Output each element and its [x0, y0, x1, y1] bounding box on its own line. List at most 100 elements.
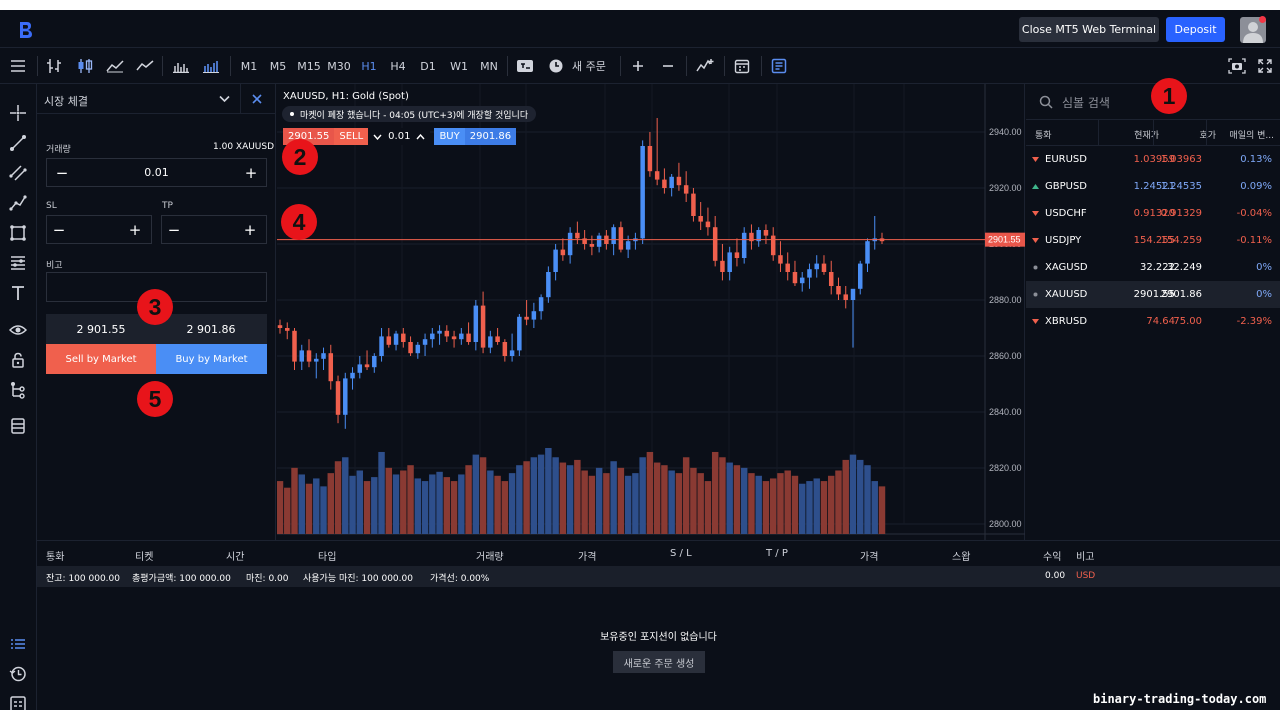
tp-increase-button[interactable]: +: [240, 220, 260, 240]
col-pos-tp[interactable]: T / P: [766, 548, 788, 559]
fibonacci-icon[interactable]: [9, 254, 27, 272]
timeframe-h1[interactable]: H1: [358, 56, 380, 76]
chevron-up-icon[interactable]: [416, 133, 425, 140]
watchlist-row[interactable]: USDJPY 154.255 154.259 -0.11%: [1026, 227, 1280, 254]
price-chart[interactable]: 2940.002920.002900.002880.002860.002840.…: [277, 84, 1025, 540]
watchlist-row[interactable]: GBPUSD 1.24521 1.24535 0.09%: [1026, 173, 1280, 200]
watchlist-row[interactable]: EURUSD 1.03959 1.03963 0.13%: [1026, 146, 1280, 173]
volume-bar: [777, 473, 784, 534]
crosshair-icon[interactable]: [9, 104, 27, 122]
watchlist-row[interactable]: XAGUSD 32.222 32.249 0%: [1026, 254, 1280, 281]
volume-ticks-icon[interactable]: [200, 56, 222, 76]
timeframe-h4[interactable]: H4: [387, 56, 409, 76]
timeframe-m30[interactable]: M30: [326, 56, 352, 76]
col-pos-volume[interactable]: 거래량: [476, 548, 504, 563]
watchlist-row[interactable]: USDCHF 0.91320 0.91329 -0.04%: [1026, 200, 1280, 227]
candle-body: [799, 277, 805, 284]
volume-input[interactable]: 0.01: [77, 166, 236, 179]
journal-icon[interactable]: [9, 695, 27, 710]
candle-body: [720, 260, 725, 272]
volume-icon[interactable]: [170, 56, 192, 76]
zoom-out-icon[interactable]: [658, 56, 678, 76]
col-symbol[interactable]: 통화: [1035, 128, 1052, 141]
lock-icon[interactable]: [9, 351, 27, 369]
price-axis-label: 2920.00: [989, 183, 1022, 193]
channel-icon[interactable]: [9, 164, 27, 182]
chart-area[interactable]: 2940.002920.002900.002880.002860.002840.…: [277, 84, 1025, 540]
col-pos-sl[interactable]: S / L: [670, 548, 692, 559]
col-daily-change[interactable]: 매일의 변...: [1206, 128, 1274, 141]
timeframe-m1[interactable]: M1: [238, 56, 260, 76]
broker-logo-icon[interactable]: [14, 19, 36, 41]
trade-panel-icon[interactable]: [768, 56, 790, 76]
tp-decrease-button[interactable]: −: [164, 220, 184, 240]
volume-bar: [675, 473, 683, 534]
deposit-button[interactable]: Deposit: [1166, 17, 1225, 42]
rectangle-icon[interactable]: [9, 224, 27, 242]
col-pos-time[interactable]: 시간: [226, 548, 244, 563]
bar-chart-type-icon[interactable]: [44, 56, 66, 76]
timeframe-m15[interactable]: M15: [296, 56, 322, 76]
history-icon[interactable]: [9, 665, 27, 683]
quick-buy-price[interactable]: 2901.86: [464, 128, 517, 145]
col-pos-symbol[interactable]: 통화: [46, 548, 64, 563]
col-pos-price[interactable]: 가격: [578, 548, 596, 563]
new-order-button[interactable]: 새 주문: [548, 56, 612, 76]
quick-volume[interactable]: 0.01: [368, 128, 431, 145]
candle-body: [662, 179, 667, 188]
chevron-down-icon[interactable]: [219, 95, 230, 103]
polyline-icon[interactable]: [9, 194, 27, 212]
buy-by-market-button[interactable]: Buy by Market: [156, 344, 267, 374]
sell-by-market-button[interactable]: Sell by Market: [46, 344, 156, 374]
screenshot-icon[interactable]: [1226, 56, 1248, 76]
candle-body: [473, 305, 479, 342]
top-bar: Close MT5 Web Terminal Deposit: [0, 10, 1280, 48]
watchlist-row[interactable]: XAUUSD 2901.55 2901.86 0%: [1026, 281, 1280, 308]
close-icon[interactable]: [252, 94, 262, 104]
menu-icon[interactable]: [8, 56, 28, 76]
volume-bar: [400, 470, 407, 534]
close-terminal-button[interactable]: Close MT5 Web Terminal: [1019, 17, 1159, 42]
trend-line-icon[interactable]: [9, 134, 27, 152]
objects-tree-icon[interactable]: [9, 381, 27, 399]
volume-bar: [610, 461, 617, 534]
delete-objects-icon[interactable]: [9, 417, 27, 435]
area-chart-type-icon[interactable]: [134, 56, 156, 76]
tp-stepper: − +: [161, 215, 267, 244]
volume-bar: [603, 473, 610, 534]
watchlist-row[interactable]: XBRUSD 74.64 75.00 -2.39%: [1026, 308, 1280, 335]
fullscreen-icon[interactable]: [1255, 56, 1275, 76]
volume-bar: [820, 481, 828, 534]
col-pos-ticket[interactable]: 티켓: [135, 548, 153, 563]
indicators-icon[interactable]: [694, 56, 716, 76]
one-click-trading-icon[interactable]: [514, 56, 536, 76]
quick-sell-button[interactable]: SELL: [334, 128, 369, 145]
timeframe-m5[interactable]: M5: [267, 56, 289, 76]
price-axis-label: 2860.00: [989, 351, 1022, 361]
col-pos-profit[interactable]: 수익: [1043, 548, 1061, 563]
eye-icon[interactable]: [9, 321, 27, 339]
marker-2-label: 2: [294, 144, 307, 170]
col-pos-current-price[interactable]: 가격: [860, 548, 878, 563]
col-pos-comment[interactable]: 비고: [1076, 548, 1094, 563]
chevron-down-icon[interactable]: [373, 134, 382, 140]
candlestick-chart-type-icon[interactable]: [74, 56, 96, 76]
candle-body: [509, 350, 515, 356]
col-pos-swap[interactable]: 스왑: [952, 548, 970, 563]
volume-decrease-button[interactable]: −: [52, 163, 72, 183]
timeframe-mn[interactable]: MN: [477, 56, 501, 76]
sl-increase-button[interactable]: +: [125, 220, 145, 240]
quick-buy-button[interactable]: BUY: [434, 128, 465, 145]
col-pos-type[interactable]: 타입: [318, 548, 336, 563]
positions-list-icon[interactable]: [9, 636, 27, 654]
calendar-icon[interactable]: [731, 56, 753, 76]
timeframe-d1[interactable]: D1: [417, 56, 439, 76]
sl-decrease-button[interactable]: −: [49, 220, 69, 240]
timeframe-w1[interactable]: W1: [447, 56, 471, 76]
candle-body: [727, 252, 732, 272]
line-chart-type-icon[interactable]: [104, 56, 126, 76]
zoom-in-icon[interactable]: [628, 56, 648, 76]
create-order-button[interactable]: 새로운 주문 생성: [613, 651, 705, 673]
text-tool-icon[interactable]: [9, 284, 27, 302]
volume-increase-button[interactable]: +: [241, 163, 261, 183]
